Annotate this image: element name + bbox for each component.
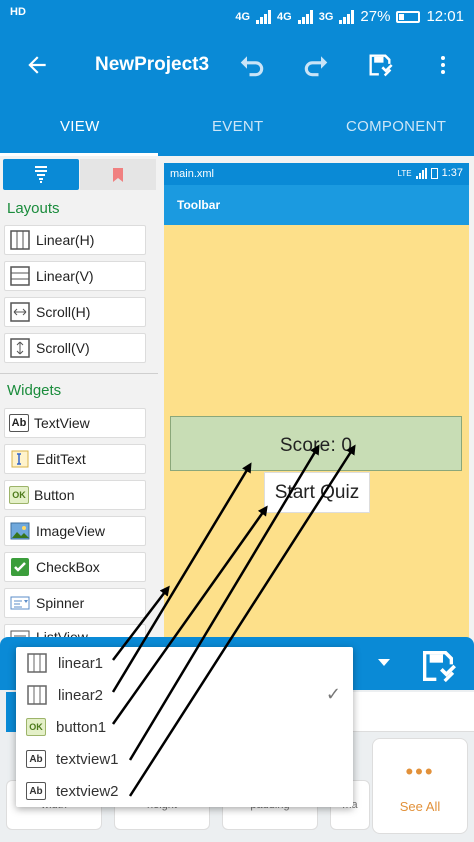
undo-icon[interactable] (237, 50, 267, 80)
app-toolbar: NewProject3 (0, 34, 474, 94)
network-3g-label: 3G (318, 10, 334, 23)
palette-item-label: CheckBox (36, 559, 100, 575)
dropdown-item-textview2[interactable]: Ab textview2 (16, 775, 353, 807)
palette-item-scroll-v[interactable]: Scroll(V) (4, 333, 146, 363)
start-quiz-button[interactable]: Start Quiz (264, 472, 370, 513)
palette-tab-widgets[interactable] (3, 159, 79, 190)
scroll-h-icon (9, 301, 31, 323)
clock: 12:01 (426, 8, 464, 25)
dropdown-arrow-icon[interactable] (372, 652, 396, 677)
score-textview[interactable]: Score: 0 (170, 416, 462, 471)
check-icon: ✓ (325, 684, 341, 704)
palette-item-label: ImageView (36, 523, 106, 539)
linear-v-icon (9, 265, 31, 287)
preview-network-label: LTE (397, 168, 412, 178)
preview-clock: 1:37 (441, 167, 463, 179)
save-property-icon[interactable] (418, 646, 458, 691)
dropdown-item-linear1[interactable]: linear1 (16, 647, 353, 679)
palette-item-label: Spinner (36, 595, 85, 611)
status-icons: 4G 4G 3G 27% 12:01 (235, 8, 464, 25)
linear-h-icon (26, 684, 48, 706)
battery-icon (396, 10, 421, 23)
signal-icon-2 (297, 9, 313, 24)
signal-icon (256, 9, 272, 24)
tab-component[interactable]: COMPONENT (346, 118, 446, 135)
spinner-icon (9, 592, 31, 614)
network-4g-label-2: 4G (277, 10, 292, 23)
back-arrow-icon[interactable] (22, 50, 52, 80)
layouts-title: Layouts (7, 200, 60, 217)
palette-item-label: Linear(H) (36, 232, 95, 248)
checkbox-icon (9, 556, 31, 578)
widget-select-dropdown: linear1 linear2 ✓ OK button1 Ab textview… (16, 647, 353, 807)
linear-h-icon (9, 229, 31, 251)
preview-toolbar: Toolbar (164, 185, 469, 225)
tab-view[interactable]: VIEW (60, 118, 100, 135)
preview-status-icons: LTE 1:37 (398, 167, 464, 179)
preview-signal-icon (415, 167, 427, 179)
layout-preview[interactable]: main.xml LTE 1:37 Toolbar Score: 0 Start… (164, 163, 469, 653)
property-tab-indicator (6, 692, 16, 732)
editor-tabs: VIEW EVENT COMPONENT (0, 94, 474, 156)
palette-item-label: Scroll(V) (36, 340, 90, 356)
preview-file-name: main.xml (170, 168, 215, 180)
palette-item-scroll-h[interactable]: Scroll(H) (4, 297, 146, 327)
dropdown-item-label: textview2 (56, 782, 119, 800)
palette-item-label: Button (34, 487, 75, 503)
redo-icon[interactable] (301, 50, 331, 80)
palette-item-label: Linear(V) (36, 268, 94, 284)
hd-badge: HD (10, 6, 26, 18)
palette-item-spinner[interactable]: Spinner (4, 588, 146, 618)
project-title: NewProject3 (95, 54, 210, 75)
palette-item-linear-h[interactable]: Linear(H) (4, 225, 146, 255)
dropdown-item-label: button1 (56, 718, 107, 736)
widgets-title: Widgets (7, 382, 62, 399)
palette-item-label: Scroll(H) (36, 304, 91, 320)
see-all-button[interactable]: ••• See All (372, 738, 468, 834)
save-icon[interactable] (365, 50, 395, 80)
palette-item-linear-v[interactable]: Linear(V) (4, 261, 146, 291)
dropdown-item-label: textview1 (56, 750, 119, 768)
palette-item-label: TextView (34, 415, 90, 431)
network-4g-label: 4G (235, 10, 251, 23)
button-icon: OK (26, 718, 46, 736)
widget-tab-icon (35, 165, 47, 183)
palette-item-label: EditText (36, 451, 86, 467)
bookmark-icon (113, 167, 123, 182)
preview-battery-icon (430, 167, 438, 179)
button-icon: OK (9, 486, 29, 504)
more-horiz-icon: ••• (405, 759, 435, 784)
dropdown-item-textview1[interactable]: Ab textview1 (16, 743, 353, 775)
palette-item-button[interactable]: OK Button (4, 480, 146, 510)
imageview-icon (9, 520, 31, 542)
palette-tab-bookmark[interactable] (80, 159, 156, 190)
tab-event[interactable]: EVENT (212, 118, 264, 135)
dropdown-item-button1[interactable]: OK button1 (16, 711, 353, 743)
preview-status-bar: main.xml LTE 1:37 (164, 163, 469, 185)
textview-icon: Ab (26, 750, 46, 768)
textview-icon: Ab (9, 414, 29, 432)
see-all-label: See All (399, 799, 441, 814)
battery-percent: 27% (360, 8, 391, 25)
palette-divider (0, 373, 158, 374)
status-bar: HD 4G 4G 3G 27% 12:01 (0, 0, 474, 34)
textview-icon: Ab (26, 782, 46, 800)
palette-item-textview[interactable]: Ab TextView (4, 408, 146, 438)
palette-item-imageview[interactable]: ImageView (4, 516, 146, 546)
dropdown-item-label: linear1 (58, 654, 104, 672)
dropdown-item-label: linear2 (58, 686, 104, 704)
linear-h-icon (26, 652, 48, 674)
edittext-icon (9, 448, 31, 470)
palette-item-checkbox[interactable]: CheckBox (4, 552, 146, 582)
palette-item-edittext[interactable]: EditText (4, 444, 146, 474)
preview-toolbar-label: Toolbar (177, 198, 221, 212)
dropdown-item-linear2[interactable]: linear2 ✓ (16, 679, 353, 711)
widget-palette: Layouts Linear(H) Linear(V) Scroll(H) Sc… (0, 156, 158, 646)
signal-icon-3 (339, 9, 355, 24)
more-vert-icon[interactable] (428, 50, 458, 80)
scroll-v-icon (9, 337, 31, 359)
